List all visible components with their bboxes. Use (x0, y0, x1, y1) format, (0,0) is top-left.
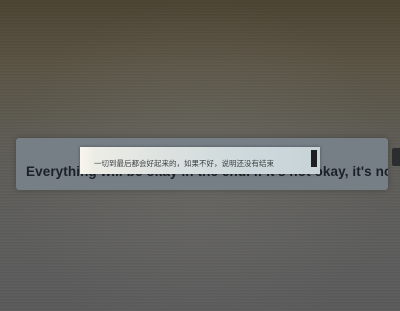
overlay-edge-handle (311, 150, 317, 167)
screen-edge-marker (392, 148, 400, 166)
chinese-subtitle-text: 一切到最后都会好起来的，如果不好，说明还没有结束 (94, 159, 274, 168)
chinese-subtitle-overlay: 一切到最后都会好起来的，如果不好，说明还没有结束 (80, 147, 320, 174)
